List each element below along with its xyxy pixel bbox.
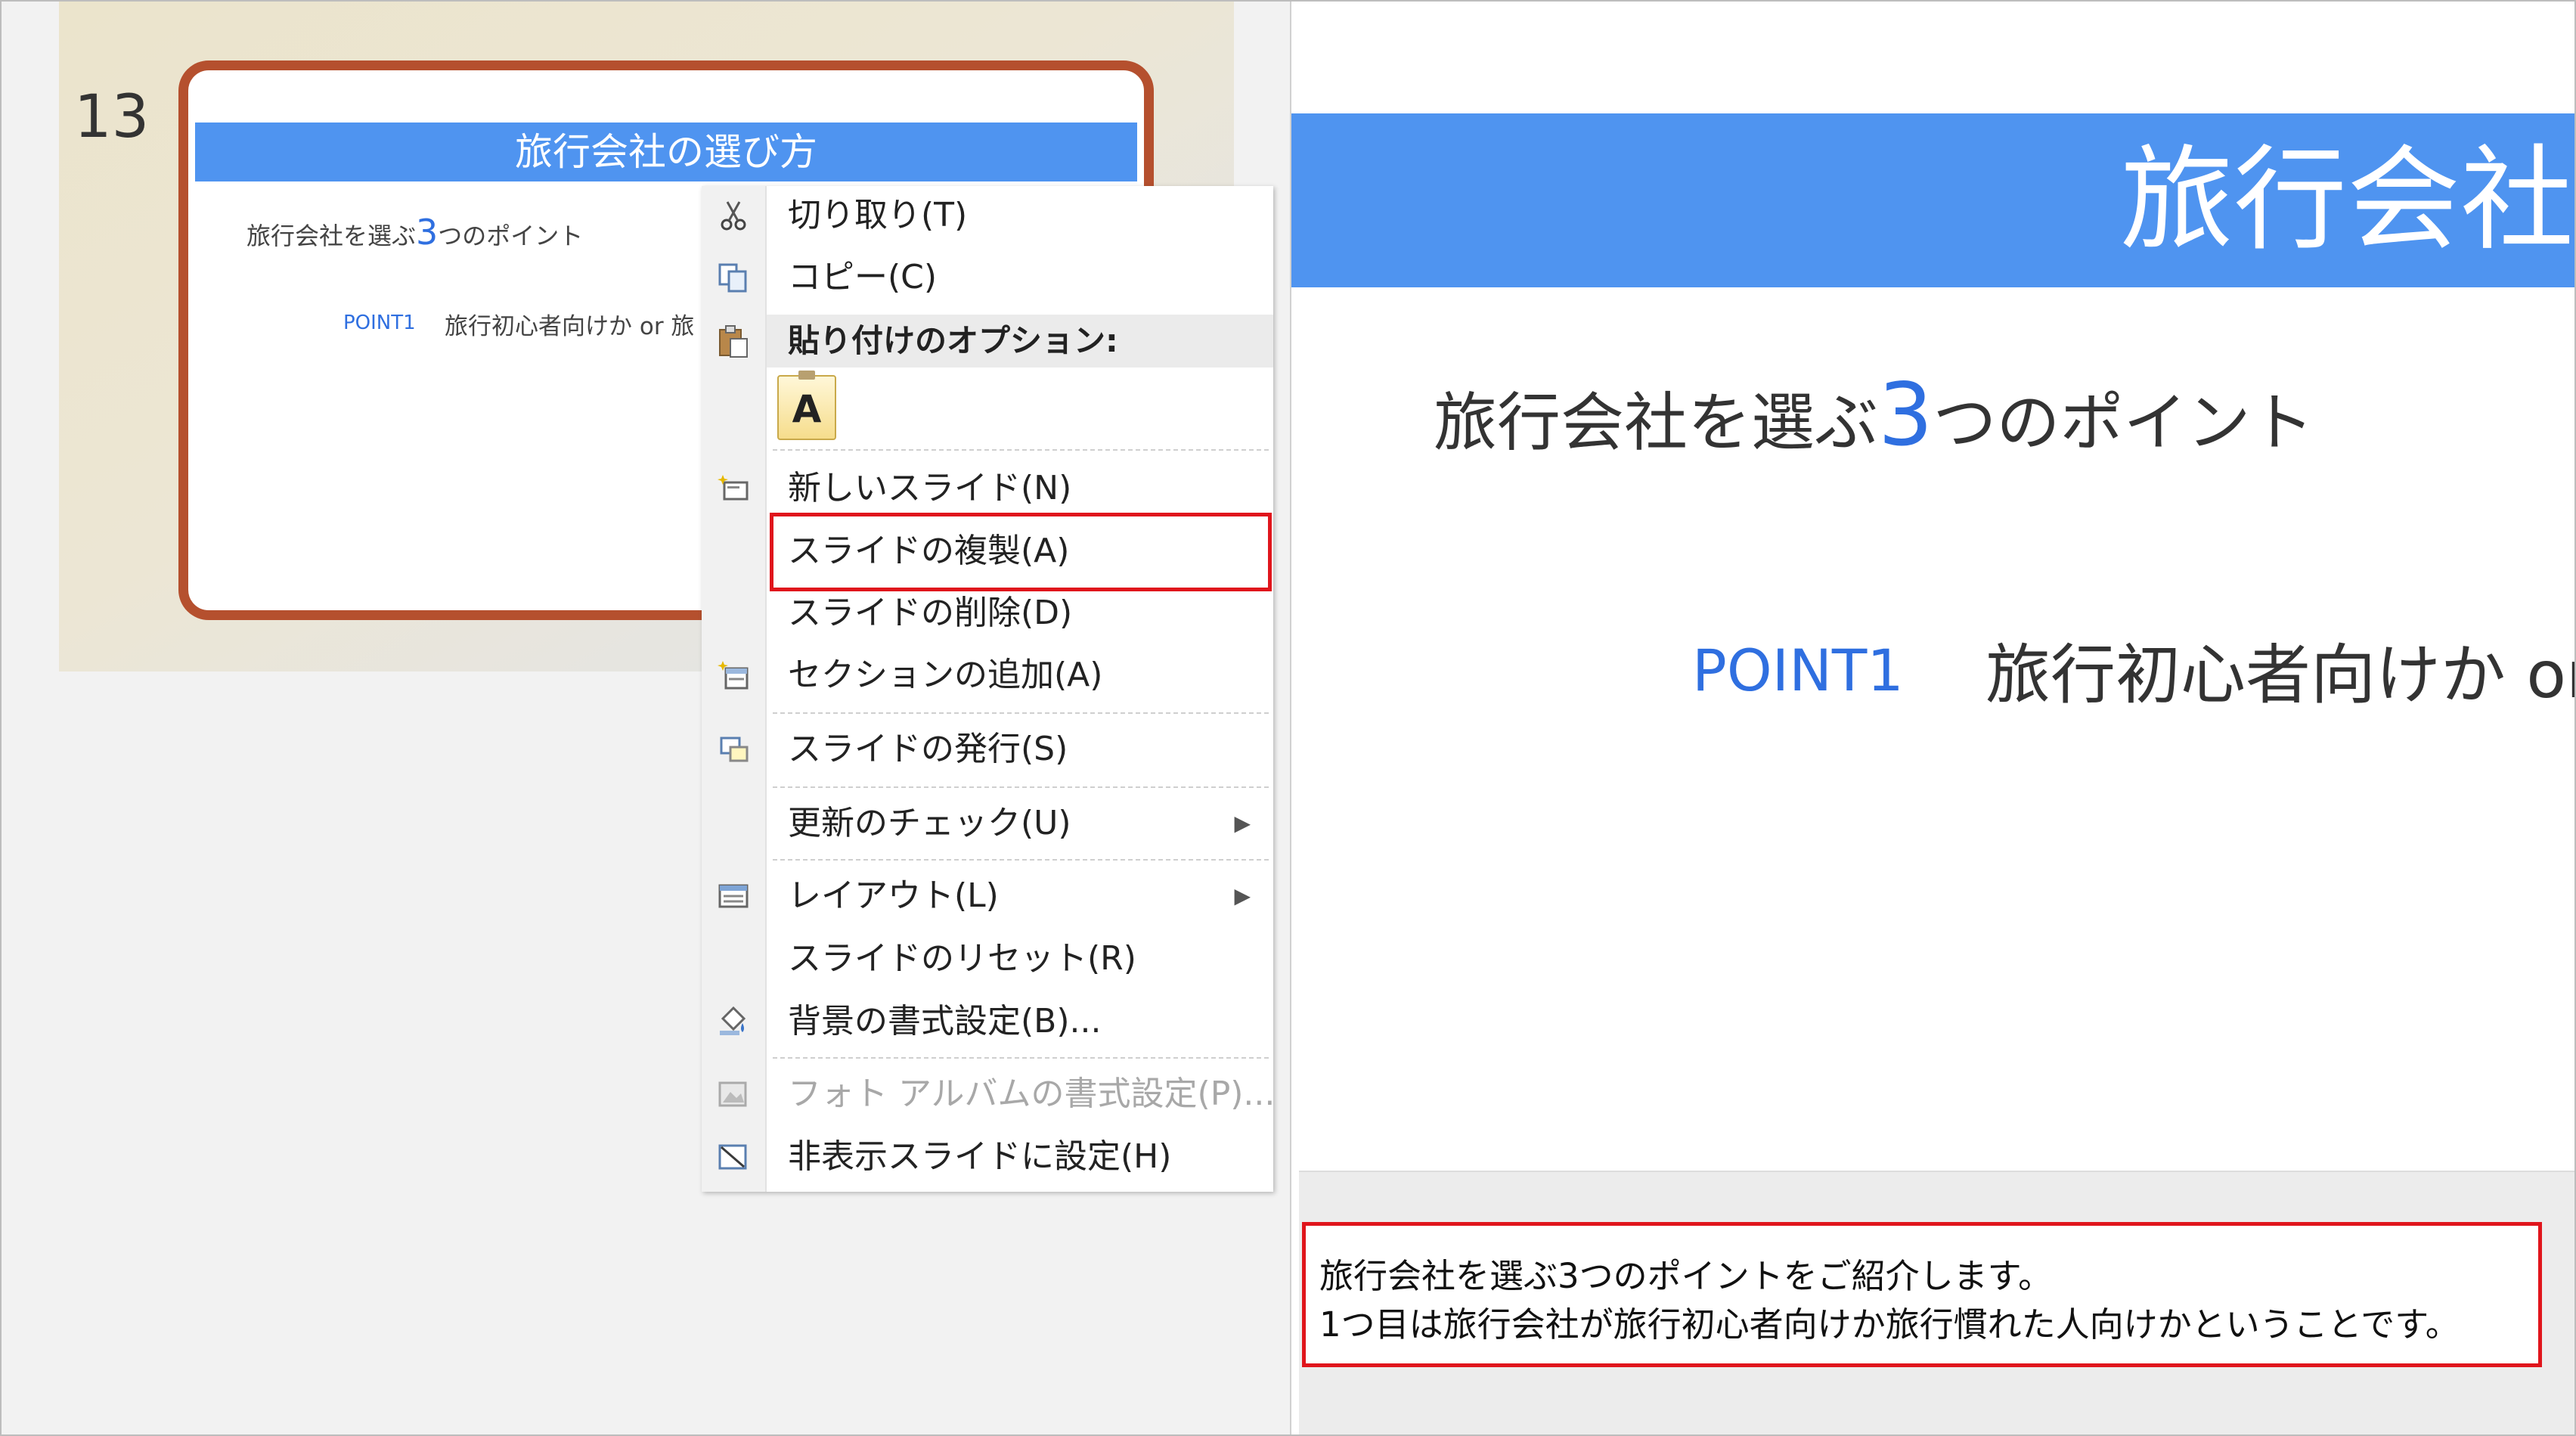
submenu-arrow-icon: ▶: [1234, 883, 1251, 908]
copy-icon: [702, 248, 765, 307]
new-slide-icon: [702, 459, 765, 518]
scissors-icon: [702, 186, 765, 245]
menu-item-label: 非表示スライドに設定(H): [788, 1137, 1172, 1176]
menu-item-label: 更新のチェック(U): [788, 804, 1071, 842]
menu-item-new-slide[interactable]: 新しいスライド(N): [702, 459, 1273, 518]
menu-item-label: 背景の書式設定(B)...: [788, 1002, 1102, 1041]
thumbnail-subtitle-accent: 3: [416, 212, 439, 253]
slide-subtitle-before: 旅行会社を選ぶ: [1434, 386, 1879, 460]
thumbnail-subtitle-before: 旅行会社を選ぶ: [246, 222, 417, 250]
photo-album-icon: [702, 1065, 765, 1124]
thumbnail-point-label: POINT1: [343, 312, 416, 334]
thumbnail-title: 旅行会社の選び方: [195, 123, 1137, 181]
thumbnail-subtitle-after: つのポイント: [438, 222, 584, 250]
slide-title-bar[interactable]: 旅行会社の選び方: [1291, 113, 2574, 287]
menu-item-label: スライドの発行(S): [788, 730, 1068, 768]
menu-item-label: レイアウト(L): [788, 876, 999, 915]
menu-separator: [773, 1057, 1269, 1059]
thumbnail-subtitle: 旅行会社を選ぶ3つのポイント: [246, 212, 583, 253]
menu-item-label: フォト アルバムの書式設定(P)...: [788, 1075, 1276, 1113]
menu-item-label: セクションの追加(A): [788, 656, 1103, 694]
publish-slide-icon: [702, 720, 765, 779]
menu-item-add-section[interactable]: セクションの追加(A): [702, 646, 1273, 705]
menu-item-layout[interactable]: レイアウト(L) ▶: [702, 867, 1273, 926]
notes-line-2: 1つ目は旅行会社が旅行初心者向けか旅行慣れた人向けかということです。: [1319, 1304, 2460, 1345]
menu-separator: [773, 859, 1269, 861]
speaker-notes-box[interactable]: 旅行会社を選ぶ3つのポイントをご紹介します。 1つ目は旅行会社が旅行初心者向けか…: [1302, 1222, 2542, 1367]
menu-item-label: スライドのリセット(R): [788, 939, 1136, 978]
add-section-icon: [702, 646, 765, 705]
paste-options-label: 貼り付けのオプション:: [788, 322, 1118, 359]
layout-icon: [702, 867, 765, 926]
menu-item-format-background[interactable]: 背景の書式設定(B)...: [702, 992, 1273, 1051]
paste-keep-text-only-button[interactable]: A: [777, 371, 836, 440]
menu-item-label: コピー(C): [788, 258, 938, 296]
format-background-icon: [702, 992, 765, 1051]
paste-keep-text-icon: A: [792, 387, 822, 431]
menu-item-publish-slide[interactable]: スライドの発行(S): [702, 720, 1273, 779]
menu-item-reset-slide[interactable]: スライドのリセット(R): [702, 929, 1273, 988]
menu-item-label: スライドの削除(D): [788, 594, 1073, 632]
notes-pane: 旅行会社を選ぶ3つのポイントをご紹介します。 1つ目は旅行会社が旅行初心者向けか…: [1299, 1171, 2574, 1434]
slide-editor-pane: 旅行会社の選び方 旅行会社を選ぶ3つのポイント POINT1 旅行初心者向けか …: [1290, 2, 2574, 1434]
menu-item-check-updates[interactable]: 更新のチェック(U) ▶: [702, 794, 1273, 853]
slide-point-text[interactable]: 旅行初心者向けか or: [1985, 622, 2574, 716]
menu-separator: [773, 449, 1269, 451]
menu-item-delete-slide[interactable]: スライドの削除(D): [702, 584, 1273, 643]
menu-separator: [773, 712, 1269, 714]
menu-item-copy[interactable]: コピー(C): [702, 248, 1273, 307]
hide-slide-icon: [702, 1127, 765, 1186]
powerpoint-window: 13 旅行会社の選び方 旅行会社を選ぶ3つのポイント POINT1 旅行初心者向…: [0, 0, 2576, 1436]
duplicate-slide-highlight: [770, 513, 1272, 591]
menu-item-label: 切り取り(T): [788, 196, 968, 234]
slide-number: 13: [74, 83, 150, 151]
menu-item-label: 新しいスライド(N): [788, 469, 1072, 507]
menu-item-hide-slide[interactable]: 非表示スライドに設定(H): [702, 1127, 1273, 1186]
menu-item-cut[interactable]: 切り取り(T): [702, 186, 1273, 245]
slide-subtitle[interactable]: 旅行会社を選ぶ3つのポイント: [1434, 364, 2314, 465]
menu-item-format-photo-album: フォト アルバムの書式設定(P)...: [702, 1065, 1276, 1124]
submenu-arrow-icon: ▶: [1234, 811, 1251, 836]
paste-options-header: 貼り付けのオプション:: [767, 315, 1273, 368]
notes-line-1: 旅行会社を選ぶ3つのポイントをご紹介します。: [1319, 1256, 2053, 1296]
paste-icon: [702, 312, 765, 371]
slide-subtitle-accent: 3: [1878, 364, 1933, 465]
slide-point-label[interactable]: POINT1: [1692, 637, 1904, 704]
slide-subtitle-after: つのポイント: [1933, 386, 2314, 460]
context-menu: 切り取り(T) コピー(C) 貼り付けのオプション: A 新しいスライド(N) …: [702, 186, 1276, 1192]
menu-separator: [773, 786, 1269, 788]
thumbnail-point-text: 旅行初心者向けか or 旅: [445, 313, 695, 340]
slide-title: 旅行会社の選び方: [2120, 135, 2574, 266]
